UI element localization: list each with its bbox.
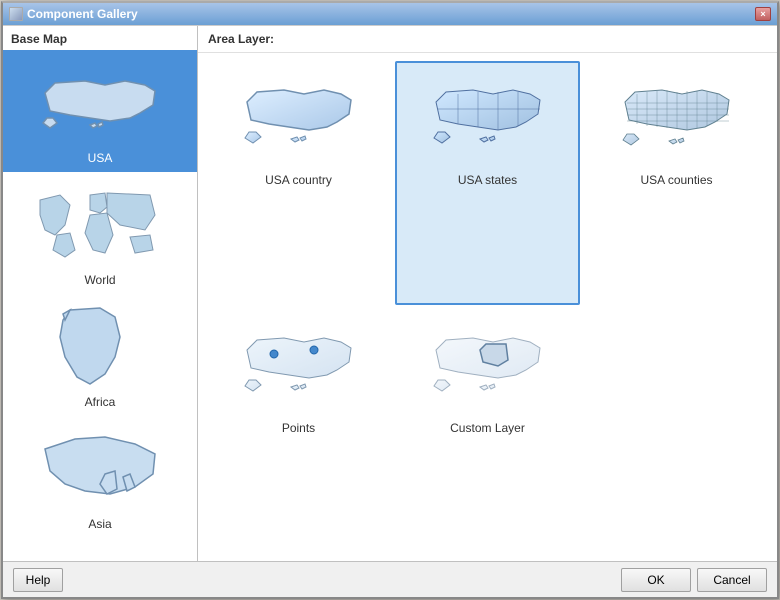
points-thumb [239, 317, 359, 417]
bottom-bar-right: OK Cancel [621, 568, 767, 592]
cancel-button[interactable]: Cancel [697, 568, 767, 592]
gallery-item-usa-counties[interactable]: USA counties [584, 61, 769, 305]
usa-states-label: USA states [458, 173, 517, 187]
usa-country-thumb [239, 69, 359, 169]
main-header: Area Layer: [198, 26, 777, 53]
main-area: Area Layer: [198, 26, 777, 561]
points-label: Points [282, 421, 315, 435]
close-button[interactable]: × [755, 7, 771, 21]
custom-layer-label: Custom Layer [450, 421, 525, 435]
sidebar-item-asia[interactable]: Asia [3, 416, 197, 538]
sidebar: Base Map USA [3, 26, 198, 561]
sidebar-item-usa-label: USA [7, 148, 193, 168]
gallery-grid: USA country [198, 53, 777, 561]
world-thumbnail [35, 180, 165, 270]
sidebar-item-asia-label: Asia [88, 514, 111, 534]
asia-thumbnail [35, 424, 165, 514]
sidebar-scroll[interactable]: USA [3, 50, 197, 561]
sidebar-item-usa[interactable]: USA [3, 50, 197, 172]
usa-states-thumb [428, 69, 548, 169]
bottom-bar: Help OK Cancel [3, 561, 777, 597]
window-icon [9, 7, 23, 21]
gallery-item-usa-country[interactable]: USA country [206, 61, 391, 305]
title-bar-left: Component Gallery [9, 7, 138, 21]
gallery-item-points[interactable]: Points [206, 309, 391, 553]
ok-button[interactable]: OK [621, 568, 691, 592]
usa-country-label: USA country [265, 173, 332, 187]
component-gallery-window: Component Gallery × Base Map [1, 1, 779, 599]
help-button[interactable]: Help [13, 568, 63, 592]
custom-layer-thumb [428, 317, 548, 417]
africa-thumbnail [35, 302, 165, 392]
sidebar-item-world-label: World [84, 270, 115, 290]
sidebar-item-world[interactable]: World [3, 172, 197, 294]
usa-counties-thumb [617, 69, 737, 169]
usa-counties-label: USA counties [640, 173, 712, 187]
usa-thumbnail [35, 58, 165, 148]
gallery-item-usa-states[interactable]: USA states [395, 61, 580, 305]
sidebar-header: Base Map [3, 26, 197, 50]
window-title: Component Gallery [27, 7, 138, 21]
title-bar: Component Gallery × [3, 3, 777, 25]
gallery-item-custom-layer[interactable]: Custom Layer [395, 309, 580, 553]
content-area: Base Map USA [3, 25, 777, 561]
sidebar-item-africa[interactable]: Africa [3, 294, 197, 416]
sidebar-item-africa-label: Africa [85, 392, 116, 412]
